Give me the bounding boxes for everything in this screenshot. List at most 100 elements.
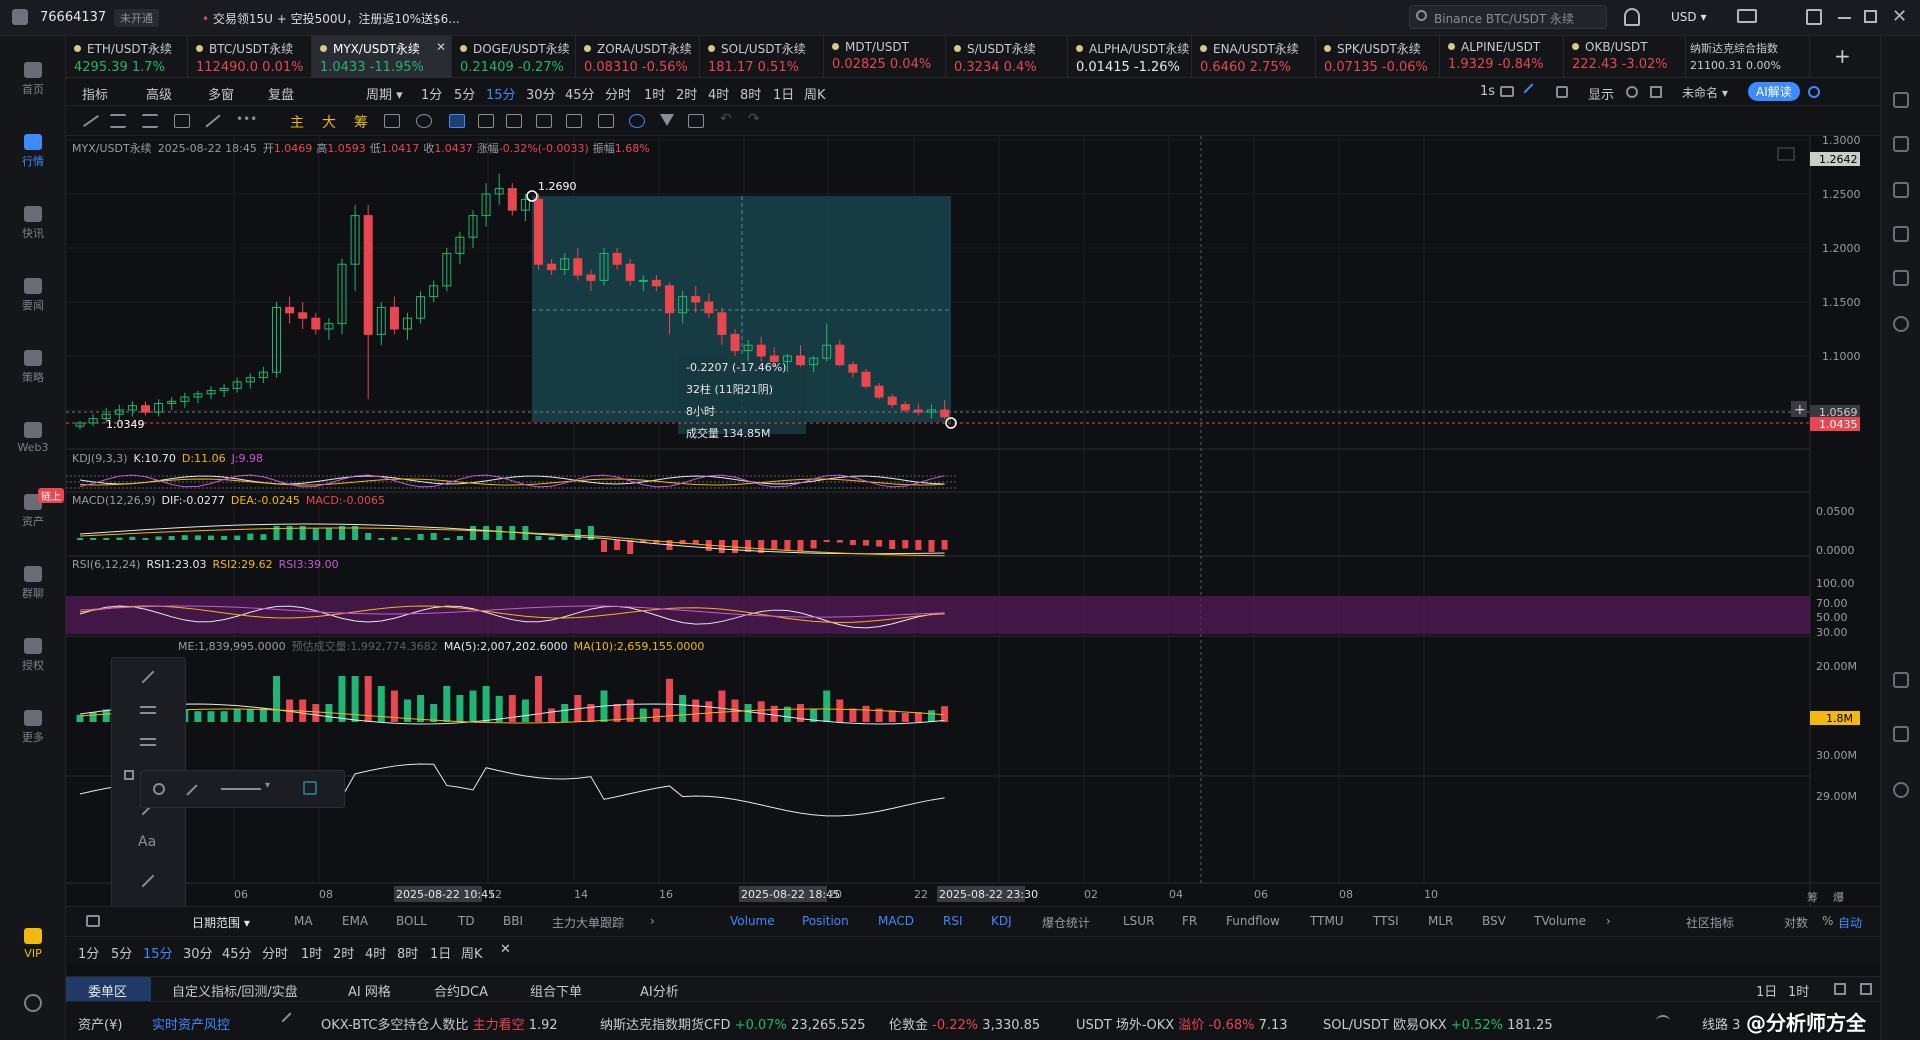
- ticker-tab-selected[interactable]: MYX/USDT永续 1.0433 -11.95% ✕: [312, 36, 452, 78]
- tab-combo-order[interactable]: 组合下单: [530, 981, 582, 1000]
- btf-timeshare[interactable]: 分时: [262, 943, 288, 962]
- tf-15m[interactable]: 15分: [486, 84, 516, 103]
- tab-kdj[interactable]: KDJ: [991, 914, 1012, 928]
- trash-icon[interactable]: [688, 114, 704, 128]
- settings-icon[interactable]: [1626, 86, 1638, 98]
- collapse-icon[interactable]: [1777, 147, 1795, 161]
- tab-bbi[interactable]: BBI: [503, 914, 523, 928]
- mascot-icon[interactable]: [1893, 782, 1909, 798]
- btf-4h[interactable]: 4时: [365, 943, 386, 962]
- ticker-tab[interactable]: BTC/USDT永续 112490.0 0.01%: [188, 36, 312, 78]
- ticker-okx-ratio[interactable]: OKX-BTC多空持仓人数比 主力看空 1.92: [321, 1014, 558, 1033]
- account-badge[interactable]: 未开通: [114, 9, 159, 27]
- tf-30m[interactable]: 30分: [526, 84, 556, 103]
- restore-icon[interactable]: [1806, 9, 1822, 25]
- tab-ttsi[interactable]: TTSI: [1373, 914, 1399, 928]
- calculator-icon[interactable]: [1893, 270, 1909, 286]
- tab-ema[interactable]: EMA: [342, 914, 368, 928]
- ticker-tab[interactable]: MDT/USDT 0.02825 0.04%: [824, 36, 946, 78]
- brush-icon[interactable]: [506, 114, 522, 128]
- rect-tool-icon[interactable]: [124, 770, 134, 780]
- rectangle-icon[interactable]: [174, 114, 190, 128]
- tab-macd[interactable]: MACD: [878, 914, 914, 928]
- ticker-tab[interactable]: ALPINE/USDT 1.9329 -0.84%: [1440, 36, 1564, 78]
- color-icon[interactable]: [153, 783, 165, 795]
- replay-button[interactable]: 复盘: [268, 84, 294, 103]
- tab-orders[interactable]: 委单区: [66, 977, 152, 1001]
- ticker-tab[interactable]: OKB/USDT 222.43 -3.02%: [1564, 36, 1686, 78]
- btf-5m[interactable]: 5分: [111, 943, 132, 962]
- btf-1h[interactable]: 1时: [301, 943, 322, 962]
- tab-bsv[interactable]: BSV: [1482, 914, 1506, 928]
- add-tab-button[interactable]: +: [1834, 44, 1851, 68]
- tab-contract-dca[interactable]: 合约DCA: [434, 981, 488, 1000]
- chevron-right-icon[interactable]: ›: [650, 914, 655, 928]
- undo-icon[interactable]: ↶: [720, 111, 732, 127]
- maximize-icon[interactable]: [1864, 10, 1877, 23]
- nav-news-flash[interactable]: 快讯: [0, 206, 66, 241]
- alert-icon[interactable]: [1893, 316, 1909, 332]
- search-input[interactable]: Binance BTC/USDT 永续: [1409, 5, 1607, 29]
- bell-icon[interactable]: [1624, 8, 1640, 26]
- layout-name-dropdown[interactable]: 未命名 ▾: [1682, 84, 1728, 101]
- ticker-nasdaq-cfd[interactable]: 纳斯达克指数期货CFD +0.07% 23,265.525: [600, 1014, 866, 1033]
- price-axis[interactable]: 1.30001.25001.20001.15001.10001.0500: [1822, 134, 1861, 417]
- nav-market[interactable]: 行情: [0, 134, 66, 169]
- display-button[interactable]: 显示: [1588, 84, 1614, 103]
- tf-week[interactable]: 周K: [804, 84, 826, 103]
- tf-5m[interactable]: 5分: [454, 84, 475, 103]
- mail-icon[interactable]: [1737, 9, 1757, 23]
- notes-icon[interactable]: [1893, 726, 1909, 742]
- channel-tool-icon[interactable]: [140, 706, 156, 714]
- erase-icon[interactable]: [416, 114, 432, 128]
- close-tab-icon[interactable]: ✕: [436, 40, 446, 54]
- ticker-tab[interactable]: ALPHA/USDT永续 0.01415 -1.26%: [1068, 36, 1192, 78]
- trades-icon[interactable]: [1893, 136, 1909, 152]
- risk-control-link[interactable]: 实时资产风控: [152, 1014, 230, 1033]
- tab-ttmu[interactable]: TTMU: [1310, 914, 1344, 928]
- tab-liquidation[interactable]: 爆仓统计: [1042, 914, 1090, 931]
- tf-45m[interactable]: 45分: [565, 84, 595, 103]
- btf-15m[interactable]: 15分: [143, 943, 173, 962]
- tf-1m[interactable]: 1分: [421, 84, 442, 103]
- auto-scale-toggle[interactable]: 自动: [1838, 914, 1862, 931]
- more-tools-icon[interactable]: •••: [236, 112, 257, 126]
- tab-custom-indicators[interactable]: 自定义指标/回测/实盘: [172, 981, 298, 1000]
- tab-position[interactable]: Position: [802, 914, 849, 928]
- parallel-lines-icon[interactable]: [110, 114, 126, 128]
- tab-boll[interactable]: BOLL: [396, 914, 427, 928]
- btf-week[interactable]: 周K: [461, 943, 483, 962]
- tab-ai-grid[interactable]: AI 网格: [348, 981, 391, 1000]
- currency-select[interactable]: USD ▾: [1671, 10, 1706, 24]
- ray-icon[interactable]: [205, 114, 221, 128]
- nav-assets[interactable]: 资产 链上: [0, 488, 66, 529]
- period-dropdown[interactable]: 周期 ▾: [366, 84, 403, 103]
- tab-mlr[interactable]: MLR: [1428, 914, 1453, 928]
- text-tool-icon[interactable]: Aa: [138, 834, 156, 850]
- tag-large[interactable]: 大: [322, 112, 336, 132]
- community-indicators-button[interactable]: 社区指标: [1686, 914, 1734, 931]
- tab-td[interactable]: TD: [458, 914, 475, 928]
- btf-45m[interactable]: 45分: [222, 943, 252, 962]
- panel-range-1h[interactable]: 1时: [1788, 981, 1809, 1000]
- btf-8h[interactable]: 8时: [397, 943, 418, 962]
- settings-tool-icon[interactable]: [303, 781, 317, 795]
- tab-lsur[interactable]: LSUR: [1123, 914, 1154, 928]
- advanced-button[interactable]: 高级: [146, 84, 172, 103]
- tf-1d[interactable]: 1日: [773, 84, 794, 103]
- fib-icon[interactable]: [142, 114, 158, 128]
- server-line[interactable]: 线路 3: [1702, 1014, 1740, 1033]
- fullscreen-icon[interactable]: [1650, 86, 1662, 98]
- tab-ma[interactable]: MA: [294, 914, 313, 928]
- nav-home[interactable]: 首页: [0, 62, 66, 97]
- ticker-tab[interactable]: DOGE/USDT永续 0.21409 -0.27%: [452, 36, 576, 78]
- calendar-icon[interactable]: [86, 915, 100, 927]
- magnet-icon[interactable]: [629, 114, 645, 128]
- tab-volume[interactable]: Volume: [730, 914, 775, 928]
- ticker-tab[interactable]: ETH/USDT永续 4295.39 1.7%: [66, 36, 188, 78]
- maximize-panel-icon[interactable]: [1834, 983, 1846, 995]
- minimize-icon[interactable]: [1838, 17, 1851, 19]
- ticker-tab[interactable]: SPK/USDT永续 0.07135 -0.06%: [1316, 36, 1440, 78]
- line-tool-icon[interactable]: [141, 670, 155, 684]
- filter-icon[interactable]: [660, 114, 674, 126]
